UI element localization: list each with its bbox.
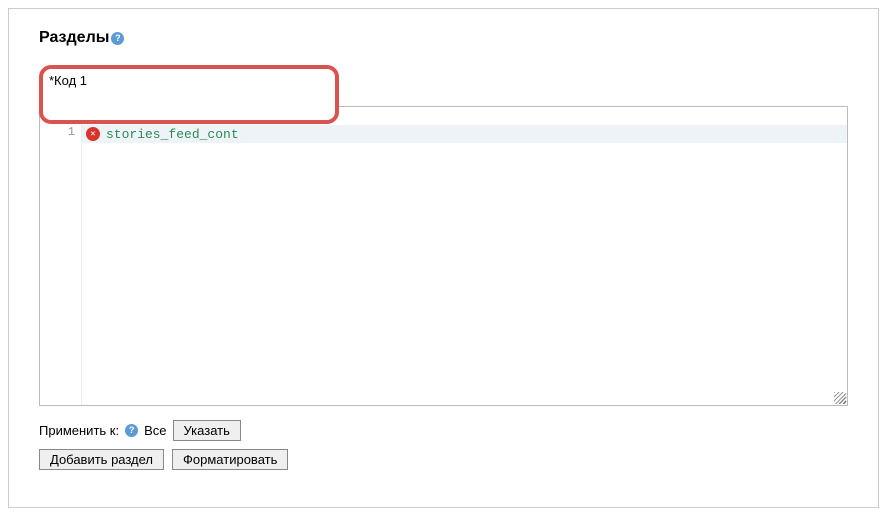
- format-button[interactable]: Форматировать: [172, 449, 288, 470]
- apply-to-row: Применить к: ? Все Указать: [39, 420, 848, 441]
- code-text: stories_feed_cont: [106, 127, 239, 142]
- code-content-area[interactable]: stories_feed_cont: [82, 107, 847, 405]
- specify-button[interactable]: Указать: [173, 420, 241, 441]
- line-gutter: 1: [40, 107, 82, 405]
- button-row: Добавить раздел Форматировать: [39, 449, 848, 470]
- line-number: 1: [40, 125, 75, 139]
- code-line[interactable]: stories_feed_cont: [82, 125, 847, 143]
- page-title-text: Разделы: [39, 29, 109, 47]
- apply-to-all-text: Все: [144, 423, 166, 438]
- page-title: Разделы ?: [39, 29, 848, 47]
- help-icon[interactable]: ?: [125, 424, 138, 437]
- error-icon[interactable]: [86, 127, 100, 141]
- add-section-button[interactable]: Добавить раздел: [39, 449, 164, 470]
- apply-to-label: Применить к:: [39, 423, 119, 438]
- help-icon[interactable]: ?: [111, 32, 124, 45]
- code-editor[interactable]: 1 stories_feed_cont: [39, 106, 848, 406]
- sections-panel: Разделы ? *Код 1 1 stories_feed_cont: [8, 8, 879, 508]
- code-section-label: *Код 1: [49, 73, 329, 88]
- highlight-annotation: *Код 1: [39, 65, 339, 124]
